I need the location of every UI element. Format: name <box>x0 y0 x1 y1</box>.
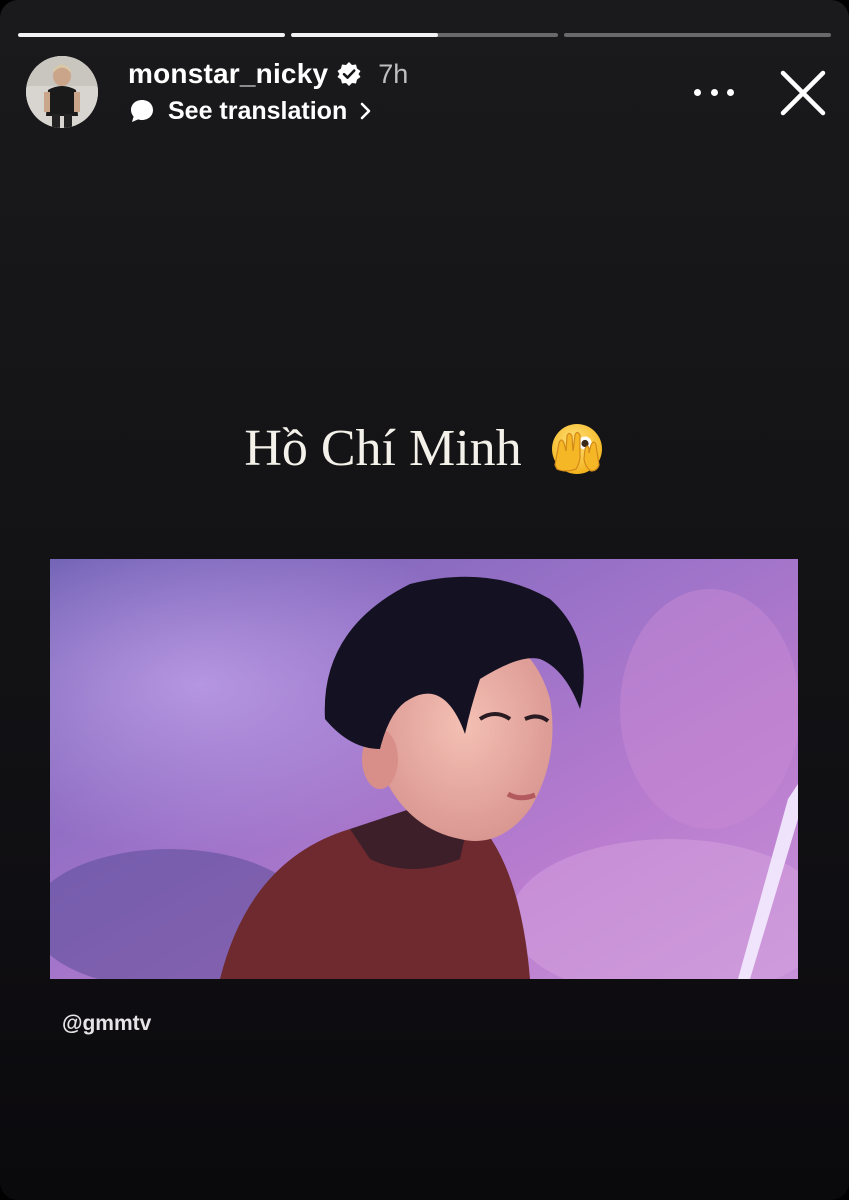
progress-fill <box>291 33 438 37</box>
user-info: monstar_nicky 7h See translation <box>128 58 408 126</box>
chevron-right-icon <box>360 102 371 120</box>
more-dot <box>710 88 718 96</box>
caption-text: Hồ Chí Minh <box>244 420 522 478</box>
see-translation-button[interactable]: See translation <box>128 96 408 126</box>
story-header: monstar_nicky 7h See translation <box>26 56 827 128</box>
translate-speech-bubble-icon <box>131 100 153 122</box>
user-line: monstar_nicky 7h <box>128 58 408 90</box>
avatar[interactable] <box>26 56 98 128</box>
story-media-video[interactable] <box>50 559 798 979</box>
more-dot <box>694 88 701 96</box>
progress-segment <box>18 33 285 37</box>
story-progress <box>18 33 831 37</box>
video-credit: @gmmtv <box>62 1012 152 1035</box>
avatar-image <box>26 56 98 128</box>
see-translation-label: See translation <box>168 96 348 125</box>
story-caption: Hồ Chí Minh <box>0 413 849 481</box>
story-viewer[interactable]: monstar_nicky 7h See translation Hồ Chí … <box>0 0 849 1200</box>
username[interactable]: monstar_nicky <box>128 58 328 90</box>
close-icon[interactable] <box>778 68 828 118</box>
post-time: 7h <box>378 58 409 89</box>
verified-badge-icon <box>337 62 361 86</box>
video-frame-image <box>50 559 798 979</box>
progress-segment <box>564 33 831 37</box>
more-dot <box>727 88 734 96</box>
more-options-icon[interactable] <box>694 74 734 110</box>
progress-segment <box>291 33 558 37</box>
progress-fill <box>18 33 285 37</box>
face-with-peeking-eye-emoji <box>551 424 602 475</box>
